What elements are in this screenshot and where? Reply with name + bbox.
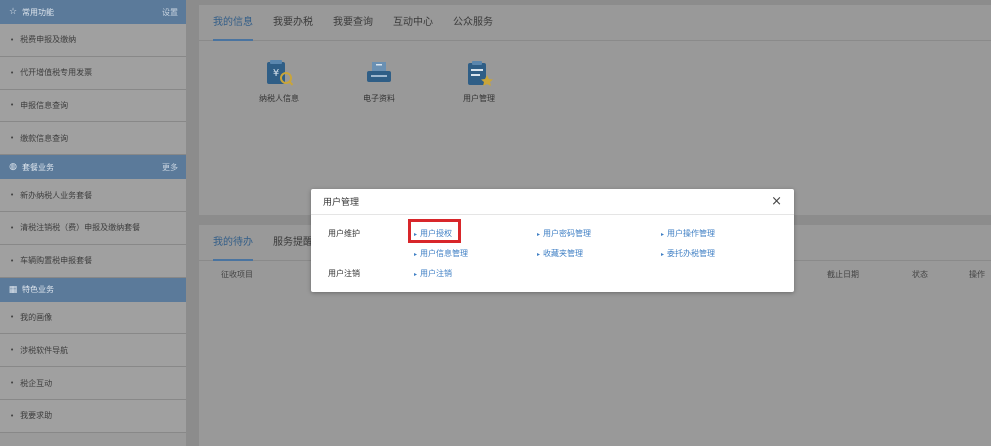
bullet-icon: •	[10, 35, 15, 44]
section-title: 常用功能	[22, 7, 54, 17]
bullet-icon: •	[10, 379, 15, 388]
sidebar-item-label: 申报信息查询	[20, 100, 69, 110]
app-label: 用户管理	[463, 94, 495, 103]
link-label: 委托办税管理	[667, 249, 716, 258]
dialog-header: 用户管理 ×	[311, 189, 794, 215]
link-label: 收藏夹管理	[543, 249, 584, 258]
tab-my-info[interactable]: 我的信息	[213, 5, 253, 41]
app-label: 纳税人信息	[259, 94, 299, 103]
triangle-right-icon: ▸	[414, 271, 418, 278]
sidebar-section-package: ◍ 套餐业务 更多	[0, 155, 186, 180]
highlight-box	[408, 219, 461, 243]
main-top-panel: 我的信息 我要办税 我要查询 互动中心 公众服务 ¥ 纳税人信息 电子资料 用户…	[199, 5, 991, 215]
more-link[interactable]: 更多	[162, 162, 178, 173]
app-user-management[interactable]: 用户管理	[429, 59, 529, 104]
sidebar: ☆ 常用功能 设置 • 税费申报及缴纳 • 代开增值税专用发票 • 申报信息查询 • 缴…	[0, 0, 186, 446]
column-header: 征收项目	[221, 270, 253, 279]
row-label-user-maintenance: 用户维护	[328, 229, 360, 238]
sidebar-item-label: 税企互动	[20, 378, 53, 388]
e-document-icon	[367, 62, 391, 82]
sidebar-item-label: 涉税软件导航	[20, 345, 69, 355]
sidebar-item-label: 我要求助	[20, 411, 53, 421]
bullet-icon: •	[10, 223, 15, 232]
column-header: 状态	[912, 270, 928, 279]
user-management-icon	[468, 61, 493, 86]
sidebar-item[interactable]: • 我要求助	[0, 399, 186, 433]
close-icon[interactable]: ×	[771, 195, 782, 208]
sidebar-item-label: 税费申报及缴纳	[20, 35, 77, 45]
sidebar-item-label: 清税注销税（费）申报及缴纳套餐	[20, 223, 141, 233]
sidebar-item-label: 缴款信息查询	[20, 133, 69, 143]
bullet-icon: •	[10, 411, 15, 420]
link-label: 用户操作管理	[667, 229, 716, 238]
bullet-icon: •	[10, 346, 15, 355]
link-label: 用户注销	[420, 269, 453, 278]
triangle-right-icon: ▸	[537, 251, 541, 258]
app-label: 电子资料	[363, 94, 395, 103]
row-label-user-cancel: 用户注销	[328, 269, 360, 278]
sidebar-item[interactable]: • 缴款信息查询	[0, 122, 186, 156]
link-delegate-tax[interactable]: ▸ 委托办税管理	[661, 248, 715, 259]
link-user-operation[interactable]: ▸ 用户操作管理	[661, 228, 715, 239]
grid-icon: ▦	[8, 284, 18, 295]
sidebar-item[interactable]: • 税企互动	[0, 367, 186, 400]
sidebar-item[interactable]: • 税费申报及缴纳	[0, 24, 186, 57]
bullet-icon: •	[10, 101, 15, 110]
section-title: 特色业务	[22, 285, 54, 295]
triangle-right-icon: ▸	[414, 251, 418, 258]
sidebar-item[interactable]: • 清税注销税（费）申报及缴纳套餐	[0, 211, 186, 245]
tab-public-service[interactable]: 公众服务	[453, 5, 493, 41]
sidebar-item-label: 新办纳税人业务套餐	[20, 190, 93, 200]
sidebar-section-common: ☆ 常用功能 设置	[0, 0, 186, 24]
bullet-icon: •	[10, 68, 15, 77]
tab-interaction[interactable]: 互动中心	[393, 5, 433, 41]
dialog-title: 用户管理	[323, 198, 360, 208]
sidebar-item[interactable]: • 我的画像	[0, 301, 186, 335]
link-user-info[interactable]: ▸ 用户信息管理	[414, 248, 468, 259]
package-icon: ◍	[9, 162, 17, 173]
tab-service-reminder[interactable]: 服务提醒	[273, 225, 313, 261]
link-favorites[interactable]: ▸ 收藏夹管理	[537, 248, 583, 259]
taxpayer-info-icon: ¥	[267, 60, 294, 86]
svg-text:¥: ¥	[273, 68, 279, 79]
tab-tax-handling[interactable]: 我要办税	[273, 5, 313, 41]
app-e-document[interactable]: 电子资料	[329, 59, 429, 104]
section-title: 套餐业务	[22, 162, 54, 172]
sidebar-section-featured: ▦ 特色业务	[0, 277, 186, 302]
app-taxpayer-info[interactable]: ¥ 纳税人信息	[229, 59, 329, 104]
sidebar-item-label: 车辆购置税申报套餐	[20, 256, 93, 266]
sidebar-item[interactable]: • 涉税软件导航	[0, 334, 186, 368]
link-label: 用户密码管理	[543, 229, 592, 238]
triangle-right-icon: ▸	[661, 251, 665, 258]
triangle-right-icon: ▸	[537, 231, 541, 238]
sidebar-item-label: 我的画像	[20, 312, 53, 322]
sidebar-item[interactable]: • 车辆购置税申报套餐	[0, 244, 186, 278]
user-management-dialog: 用户管理 × 用户维护 用户注销 ▸ 用户授权 ▸ 用户密码管理 ▸ 用户操作管理 ▸…	[311, 189, 794, 292]
bullet-icon: •	[10, 256, 15, 265]
link-user-password[interactable]: ▸ 用户密码管理	[537, 228, 591, 239]
sidebar-item[interactable]: • 代开增值税专用发票	[0, 56, 186, 90]
tab-my-todo[interactable]: 我的待办	[213, 225, 253, 261]
link-label: 用户信息管理	[420, 249, 469, 258]
sidebar-item[interactable]: • 新办纳税人业务套餐	[0, 179, 186, 212]
bullet-icon: •	[10, 313, 15, 322]
column-header: 操作	[969, 270, 985, 279]
column-header: 截止日期	[827, 270, 859, 279]
star-icon: ☆	[8, 7, 18, 17]
triangle-right-icon: ▸	[661, 231, 665, 238]
bullet-icon: •	[10, 191, 15, 200]
sidebar-item[interactable]: • 申报信息查询	[0, 89, 186, 123]
tab-query[interactable]: 我要查询	[333, 5, 373, 41]
bullet-icon: •	[10, 134, 15, 143]
link-user-cancel[interactable]: ▸ 用户注销	[414, 268, 452, 279]
app-row: ¥ 纳税人信息 电子资料 用户管理	[199, 41, 991, 104]
settings-link[interactable]: 设置	[162, 7, 178, 18]
sidebar-item-label: 代开增值税专用发票	[20, 68, 93, 78]
main-tabs: 我的信息 我要办税 我要查询 互动中心 公众服务	[199, 5, 991, 41]
dialog-body: 用户维护 用户注销 ▸ 用户授权 ▸ 用户密码管理 ▸ 用户操作管理 ▸ 用户信息管理 …	[311, 215, 794, 291]
